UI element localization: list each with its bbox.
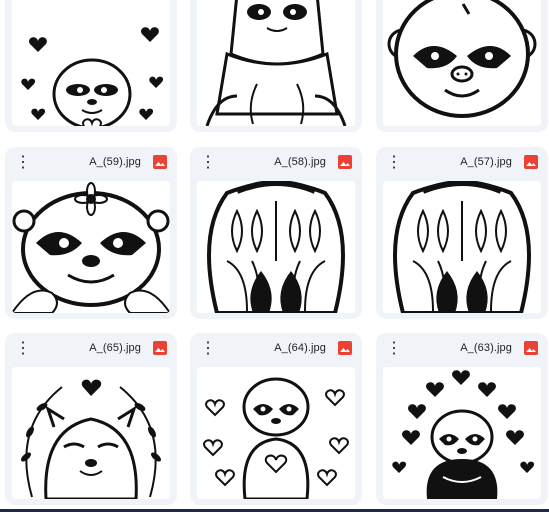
file-card[interactable]: ⋮ A_(57).jpg bbox=[376, 147, 548, 319]
file-card-header: ⋮ A_(58).jpg bbox=[190, 147, 362, 179]
file-card[interactable]: ⋮ A_(64).jpg bbox=[190, 333, 362, 505]
image-file-icon bbox=[524, 341, 538, 355]
image-file-icon bbox=[153, 341, 167, 355]
file-name: A_(63).jpg bbox=[460, 342, 512, 354]
file-thumbnail[interactable] bbox=[383, 367, 541, 499]
file-card-header: ⋮ A_(64).jpg bbox=[190, 333, 362, 365]
file-name: A_(59).jpg bbox=[89, 156, 141, 168]
file-card[interactable]: ⋮ A_(63).jpg bbox=[376, 333, 548, 505]
file-card[interactable]: ⋮ A_(59).jpg bbox=[5, 147, 177, 319]
file-thumbnail[interactable] bbox=[12, 367, 170, 499]
file-thumbnail[interactable] bbox=[197, 181, 355, 313]
file-name: A_(57).jpg bbox=[460, 156, 512, 168]
more-vertical-icon[interactable]: ⋮ bbox=[198, 153, 218, 173]
file-thumbnail[interactable] bbox=[383, 0, 541, 126]
image-file-icon bbox=[338, 155, 352, 169]
file-name: A_(58).jpg bbox=[274, 156, 326, 168]
sloth-sitting-thumbnail bbox=[205, 0, 347, 126]
image-file-icon bbox=[153, 155, 167, 169]
sloth-hearts-thumbnail bbox=[21, 27, 164, 126]
more-vertical-icon[interactable]: ⋮ bbox=[384, 339, 404, 359]
file-card[interactable] bbox=[376, 0, 548, 132]
sloth-wreath-thumbnail bbox=[21, 379, 161, 499]
sloth-body-pattern-thumbnail bbox=[207, 181, 345, 313]
sloth-flower-thumbnail bbox=[12, 182, 170, 313]
file-thumbnail[interactable] bbox=[197, 367, 355, 499]
file-name: A_(65).jpg bbox=[89, 342, 141, 354]
file-thumbnail[interactable] bbox=[383, 181, 541, 313]
file-card[interactable] bbox=[190, 0, 362, 132]
file-card[interactable]: ⋮ A_(65).jpg bbox=[5, 333, 177, 505]
sloth-face-thumbnail bbox=[387, 0, 537, 118]
more-vertical-icon[interactable]: ⋮ bbox=[384, 153, 404, 173]
file-thumbnail[interactable] bbox=[12, 181, 170, 313]
file-card-header: ⋮ A_(57).jpg bbox=[376, 147, 548, 179]
sloth-body-pattern-thumbnail bbox=[393, 181, 531, 313]
file-name: A_(64).jpg bbox=[274, 342, 326, 354]
file-thumbnail[interactable] bbox=[12, 0, 170, 126]
file-grid: ⋮ A_(59).jpg ⋮ A_(58).jpg ⋮ A_(57).jpg ⋮… bbox=[0, 0, 549, 512]
file-thumbnail[interactable] bbox=[197, 0, 355, 126]
file-card-header: ⋮ A_(65).jpg bbox=[5, 333, 177, 365]
file-card-header: ⋮ A_(63).jpg bbox=[376, 333, 548, 365]
file-card-header: ⋮ A_(59).jpg bbox=[5, 147, 177, 179]
sloth-hearts-doodle-thumbnail bbox=[203, 377, 349, 499]
more-vertical-icon[interactable]: ⋮ bbox=[198, 339, 218, 359]
more-vertical-icon[interactable]: ⋮ bbox=[13, 153, 33, 173]
image-file-icon bbox=[524, 155, 538, 169]
sloth-heart-arch-thumbnail bbox=[392, 370, 535, 499]
more-vertical-icon[interactable]: ⋮ bbox=[13, 339, 33, 359]
file-card[interactable] bbox=[5, 0, 177, 132]
file-card[interactable]: ⋮ A_(58).jpg bbox=[190, 147, 362, 319]
image-file-icon bbox=[338, 341, 352, 355]
